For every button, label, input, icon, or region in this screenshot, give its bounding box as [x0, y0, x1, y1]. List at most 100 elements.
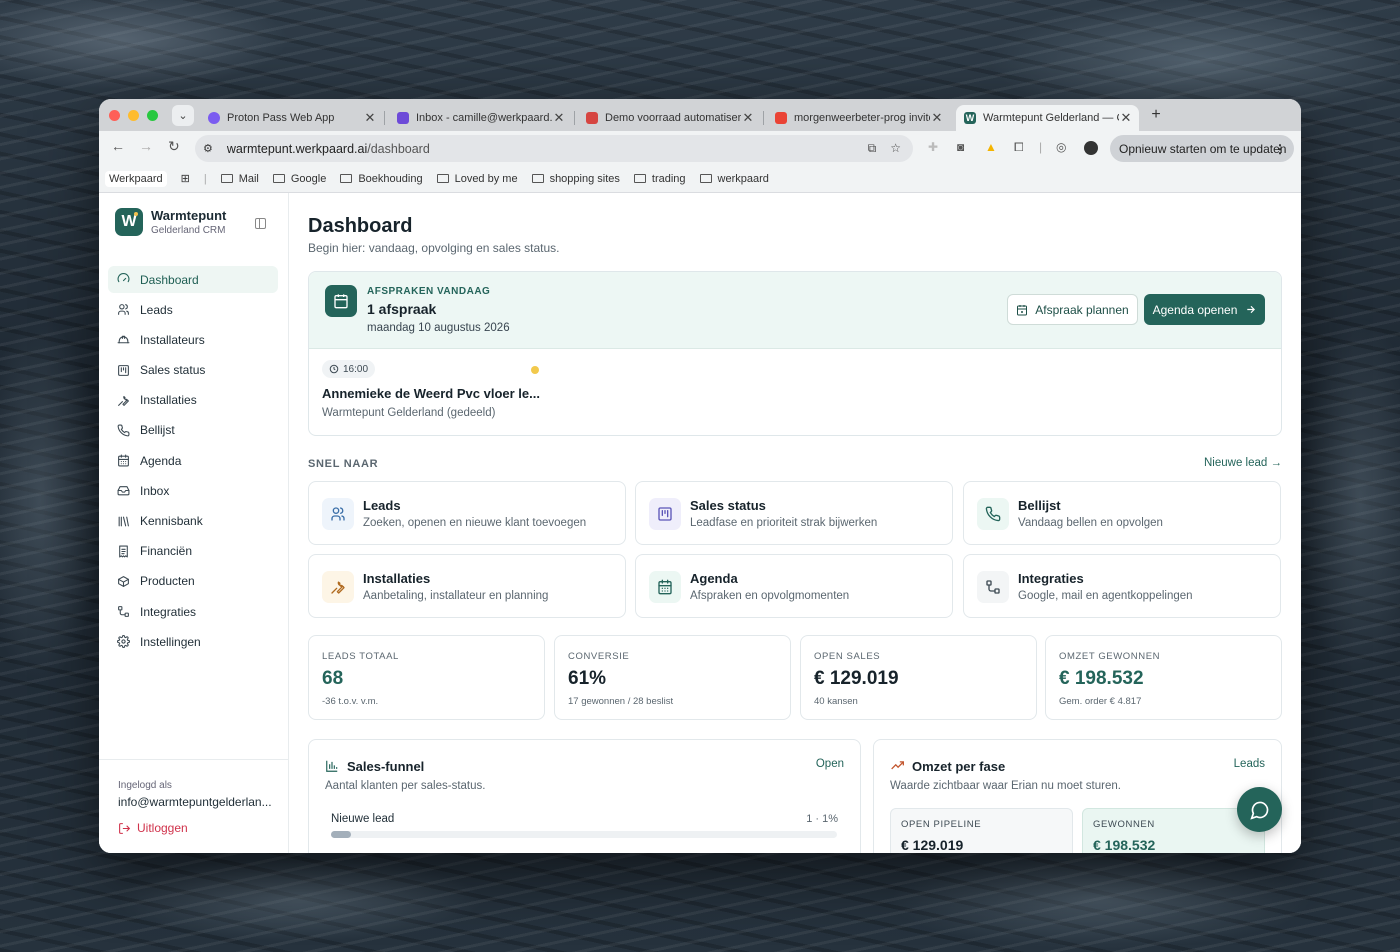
browser-tab[interactable]: Inbox - camille@werkpaard.ai ✕ — [389, 105, 572, 131]
tab-divider — [384, 111, 385, 125]
sidebar-item-installateurs[interactable]: Installateurs — [108, 326, 278, 353]
browser-tab-active[interactable]: W Warmtepunt Gelderland — CR ✕ — [956, 105, 1139, 131]
folder-icon — [633, 174, 646, 183]
main-content: Dashboard Begin hier: vandaag, opvolging… — [289, 193, 1301, 853]
sidebar-item-instellingen[interactable]: Instellingen — [108, 628, 278, 655]
sidebar-item-sales-status[interactable]: Sales status — [108, 357, 278, 384]
address-bar[interactable]: ⚙ warmtepunt.werkpaard.ai/dashboard ⧉ ☆ — [195, 135, 913, 162]
sidebar-item-bellijst[interactable]: Bellijst — [108, 417, 278, 444]
users-icon — [118, 304, 129, 316]
apps-grid-icon[interactable]: ⊞ — [181, 172, 190, 185]
quick-link-leads[interactable]: Leads Zoeken, openen en nieuwe klant toev… — [308, 481, 626, 545]
plan-appointment-button[interactable]: Afspraak plannen — [1007, 294, 1138, 325]
sales-funnel-title: Sales-funnel — [347, 759, 425, 774]
quick-link-agenda[interactable]: Agenda Afspraken en opvolgmomenten — [635, 554, 953, 618]
more-menu-icon[interactable]: ⋮ — [1274, 142, 1286, 156]
sidebar-item-inbox[interactable]: Inbox — [108, 477, 278, 504]
sales-funnel-open-link[interactable]: Open — [816, 758, 844, 770]
revenue-per-phase-panel: Omzet per fase Leads Waarde zichtbaar wa… — [873, 739, 1282, 853]
logo-dot — [134, 212, 138, 216]
install-app-icon[interactable]: ⧉ — [868, 141, 877, 156]
new-lead-link[interactable]: Nieuwe lead → — [1204, 457, 1282, 469]
stat-card: CONVERSIE 61% 17 gewonnen / 28 beslist — [554, 635, 791, 720]
bookmark-folder[interactable]: trading — [633, 173, 686, 185]
chat-button[interactable] — [1237, 787, 1282, 832]
quick-link-integraties[interactable]: Integraties Google, mail en agentkoppelin… — [963, 554, 1281, 618]
plan-appointment-label: Afspraak plannen — [1035, 302, 1129, 317]
site-settings-icon[interactable]: ⚙ — [203, 142, 213, 155]
quick-link-bellijst[interactable]: Bellijst Vandaag bellen en opvolgen — [963, 481, 1281, 545]
close-tab-icon[interactable]: ✕ — [741, 110, 755, 126]
profile-avatar[interactable] — [1084, 141, 1098, 155]
sidebar-item-kennisbank[interactable]: Kennisbank — [108, 508, 278, 535]
brand[interactable]: W Warmtepunt Gelderland CRM — [115, 208, 226, 236]
bookmark-folder[interactable]: Boekhouding — [340, 173, 423, 185]
new-tab-button[interactable]: + — [1146, 105, 1166, 125]
back-button[interactable]: ← — [111, 138, 125, 154]
reload-button[interactable]: ↻ — [168, 138, 180, 155]
sidebar-item-dashboard[interactable]: Dashboard — [108, 266, 278, 293]
close-tab-icon[interactable]: ✕ — [552, 110, 566, 126]
maximize-window-button[interactable] — [147, 110, 158, 121]
bookmark-folder[interactable]: Loved by me — [436, 173, 518, 185]
appointment-title[interactable]: Annemieke de Weerd Pvc vloer le... — [322, 386, 540, 401]
inbox-icon — [117, 486, 130, 496]
bookmark-folder[interactable]: Mail — [220, 173, 259, 185]
extensions-puzzle-icon[interactable]: ⧠ — [1014, 140, 1024, 155]
logout-button[interactable]: Uitloggen — [118, 821, 188, 835]
funnel-stage-value: 1 · 1% — [806, 813, 838, 825]
close-window-button[interactable] — [109, 110, 120, 121]
nav-icon-wrap — [117, 575, 130, 588]
folder-icon — [220, 174, 233, 183]
sidebar-item-agenda[interactable]: Agenda — [108, 447, 278, 474]
extension-icon[interactable]: ✚ — [928, 140, 938, 154]
calendar-icon — [325, 285, 357, 317]
bookmark-folder[interactable]: werkpaard — [699, 173, 769, 185]
tab-title: Demo voorraad automatiserin — [605, 112, 741, 124]
page-subtitle: Begin hier: vandaag, opvolging en sales … — [308, 241, 560, 255]
close-tab-icon[interactable]: ✕ — [930, 110, 944, 126]
funnel-stage-label: Nieuwe lead — [331, 813, 395, 825]
quick-link-title: Bellijst — [1018, 498, 1061, 513]
bookmark-folder[interactable]: Google — [272, 173, 326, 185]
quick-link-description: Leadfase en prioriteit strak bijwerken — [690, 517, 878, 529]
bookmark-folder[interactable]: shopping sites — [531, 173, 620, 185]
minimize-window-button[interactable] — [128, 110, 139, 121]
revenue-leads-link[interactable]: Leads — [1234, 758, 1265, 770]
stat-detail: Gem. order € 4.817 — [1059, 696, 1142, 707]
gauge-icon — [117, 273, 130, 283]
google-drive-icon[interactable]: ▲ — [985, 140, 997, 154]
funnel-stage-bar — [331, 831, 837, 838]
forward-button[interactable]: → — [139, 138, 153, 154]
quick-link-installaties[interactable]: Installaties Aanbetaling, installateur en… — [308, 554, 626, 618]
crm-app: W Warmtepunt Gelderland CRM Dashboard Lea… — [99, 193, 1301, 853]
camera-extension-icon[interactable]: ◙ — [957, 140, 964, 154]
browser-tab[interactable]: morgenweerbeter-prog invite ✕ — [767, 105, 950, 131]
close-tab-icon[interactable]: ✕ — [1119, 110, 1133, 126]
open-agenda-button[interactable]: Agenda openen — [1144, 294, 1265, 325]
arrow-right-icon: → — [1270, 457, 1283, 469]
browser-tab[interactable]: Proton Pass Web App ✕ — [200, 105, 383, 131]
close-tab-icon[interactable]: ✕ — [363, 110, 377, 126]
nav-icon-wrap — [117, 635, 130, 649]
update-button[interactable]: Opnieuw starten om te updaten ⋮ — [1110, 135, 1294, 162]
stat-card: OMZET GEWONNEN € 198.532 Gem. order € 4.81… — [1045, 635, 1282, 720]
sidebar-item-leads[interactable]: Leads — [108, 296, 278, 323]
quick-link-icon — [649, 571, 681, 603]
sidebar-item-label: Installateurs — [140, 332, 205, 347]
sidebar-item-installaties[interactable]: Installaties — [108, 387, 278, 414]
sidebar-item-integraties[interactable]: Integraties — [108, 598, 278, 625]
tab-title: morgenweerbeter-prog invite — [794, 112, 930, 124]
quick-link-sales-status[interactable]: Sales status Leadfase en prioriteit strak… — [635, 481, 953, 545]
browser-tab[interactable]: Demo voorraad automatiserin ✕ — [578, 105, 761, 131]
bookmark-star-icon[interactable]: ☆ — [890, 141, 901, 156]
bookmark-werkpaard[interactable]: Werkpaard — [105, 170, 167, 187]
nav-icon-wrap — [117, 424, 130, 437]
update-label: Opnieuw starten om te updaten — [1119, 141, 1287, 156]
media-control-icon[interactable]: ◎ — [1056, 140, 1066, 154]
tab-title: Inbox - camille@werkpaard.ai — [416, 112, 552, 124]
tab-search-button[interactable]: ⌄ — [172, 105, 194, 126]
sidebar-collapse-icon[interactable] — [255, 218, 266, 229]
sidebar-item-financi-n[interactable]: Financiën — [108, 538, 278, 565]
sidebar-item-producten[interactable]: Producten — [108, 568, 278, 595]
